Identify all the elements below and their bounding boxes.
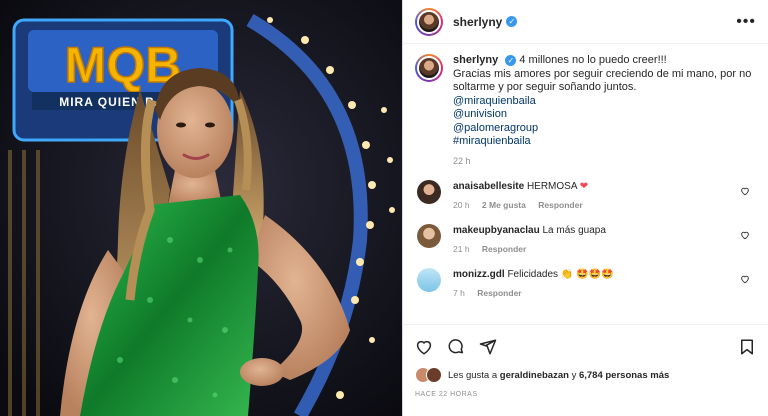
comment-avatar[interactable]: [417, 180, 441, 204]
comment-body: makeupbyanaclau La más guapa 21 h Respon…: [453, 224, 606, 256]
reply-button[interactable]: Responder: [538, 200, 582, 210]
caption-text: sherlyny ✓ 4 millones no lo puedo creer!…: [453, 54, 756, 168]
profile-avatar[interactable]: [415, 7, 443, 36]
comment-username[interactable]: makeupbyanaclau: [453, 225, 540, 236]
post-side-panel: sherlyny ✓ ••• sherlyny ✓ 4 millones no …: [402, 0, 768, 416]
reply-button[interactable]: Responder: [477, 288, 521, 298]
comment-item: makeupbyanaclau La más guapa 21 h Respon…: [415, 224, 756, 256]
comment-item: anaisabellesite HERMOSA ❤ 20 h 2 Me gust…: [415, 180, 756, 212]
post-actions: Les gusta a geraldinebazan y 6,784 perso…: [403, 324, 768, 398]
clap-star-eyes-emoji: 👏 🤩🤩🤩: [560, 269, 614, 280]
action-icons-bar: [415, 333, 756, 361]
comment-meta: 21 h Responder: [453, 242, 606, 256]
comment-avatar[interactable]: [417, 268, 441, 292]
post-header: sherlyny ✓ •••: [403, 0, 768, 44]
caption-line-2: Gracias mis amores por seguir creciendo …: [453, 67, 752, 94]
like-comment-heart-icon[interactable]: [740, 230, 750, 240]
post-timestamp[interactable]: HACE 22 HORAS: [415, 391, 756, 398]
caption-avatar[interactable]: [415, 54, 443, 82]
caption-block: sherlyny ✓ 4 millones no lo puedo creer!…: [415, 54, 756, 168]
mention-link[interactable]: @palomeragroup: [453, 122, 756, 136]
post-photo-illustration: MQB MIRA QUIEN BAILA: [0, 0, 402, 416]
comment-time[interactable]: 7 h: [453, 288, 465, 298]
likes-user[interactable]: geraldinebazan: [500, 370, 569, 381]
post-username[interactable]: sherlyny: [453, 15, 502, 29]
caption-time[interactable]: 22 h: [453, 155, 756, 169]
reply-button[interactable]: Responder: [482, 244, 526, 254]
save-bookmark-icon[interactable]: [738, 338, 756, 356]
caption-username[interactable]: sherlyny: [453, 54, 498, 66]
comment-username[interactable]: anaisabellesite: [453, 181, 524, 192]
comment-meta: 20 h 2 Me gusta Responder: [453, 198, 593, 212]
liker-avatar[interactable]: [426, 367, 442, 383]
comments-section[interactable]: sherlyny ✓ 4 millones no lo puedo creer!…: [403, 44, 768, 321]
post-photo[interactable]: MQB MIRA QUIEN BAILA: [0, 0, 402, 416]
comment-body: anaisabellesite HERMOSA ❤ 20 h 2 Me gust…: [453, 180, 593, 212]
comment-bubble-icon[interactable]: [447, 338, 465, 356]
like-comment-heart-icon[interactable]: [740, 186, 750, 196]
comment-text: La más guapa: [542, 225, 606, 236]
mention-link[interactable]: @miraquienbaila: [453, 95, 756, 109]
comment-text: HERMOSA: [526, 181, 577, 192]
likes-summary: Les gusta a geraldinebazan y 6,784 perso…: [415, 367, 756, 383]
comment-time[interactable]: 21 h: [453, 244, 470, 254]
verified-badge-icon: ✓: [505, 54, 517, 66]
caption-line-1: 4 millones no lo puedo creer!!!: [519, 54, 667, 66]
comment-avatar[interactable]: [417, 224, 441, 248]
likes-prefix: Les gusta a: [448, 369, 498, 381]
verified-badge-icon: ✓: [506, 16, 518, 27]
comment-likes[interactable]: 2 Me gusta: [482, 200, 526, 210]
likes-count[interactable]: 6,784 personas más: [579, 370, 669, 381]
likes-and: y: [571, 369, 577, 381]
like-comment-heart-icon[interactable]: [740, 274, 750, 284]
share-send-icon[interactable]: [479, 338, 497, 356]
like-heart-icon[interactable]: [415, 338, 433, 356]
logo-text: MQB: [65, 37, 182, 93]
comment-body: monizz.gdl Felicidades 👏 🤩🤩🤩 7 h Respond…: [453, 268, 613, 300]
instagram-post-window: MQB MIRA QUIEN BAILA sherlyny ✓ ••• sher…: [0, 0, 768, 416]
comment-username[interactable]: monizz.gdl: [453, 269, 505, 280]
more-options-icon[interactable]: •••: [736, 13, 756, 31]
mention-link[interactable]: @univision: [453, 108, 756, 122]
comment-text: Felicidades: [507, 269, 559, 280]
heart-emoji: ❤: [579, 181, 589, 192]
hashtag-link[interactable]: #miraquienbaila: [453, 135, 756, 149]
comment-time[interactable]: 20 h: [453, 200, 470, 210]
comment-item: monizz.gdl Felicidades 👏 🤩🤩🤩 7 h Respond…: [415, 268, 756, 300]
comment-meta: 7 h Responder: [453, 286, 613, 300]
